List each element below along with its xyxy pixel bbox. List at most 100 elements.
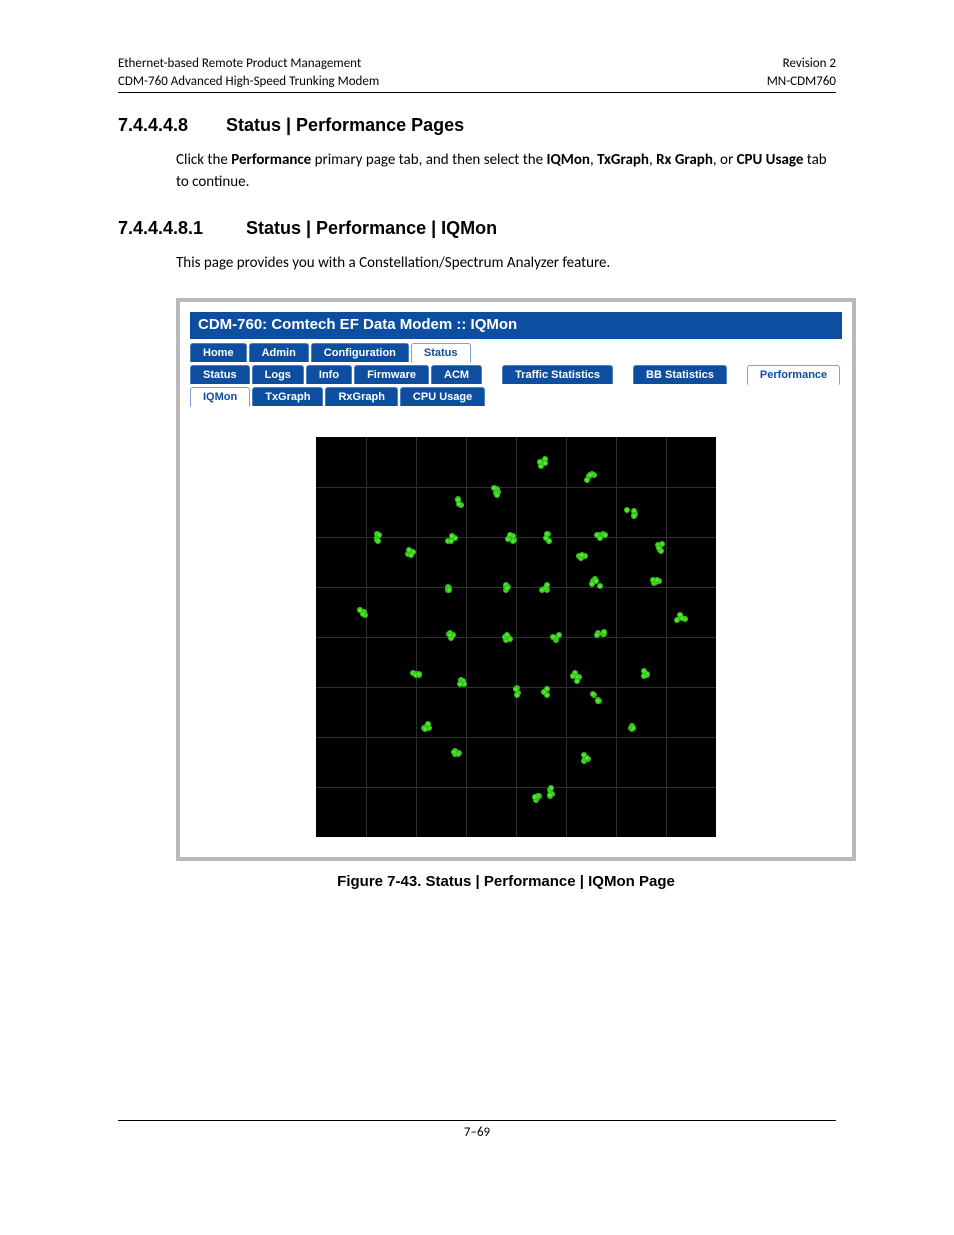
constellation-point — [590, 691, 596, 697]
tab-traffic-statistics[interactable]: Traffic Statistics — [502, 365, 613, 384]
tab-status[interactable]: Status — [190, 365, 250, 384]
constellation-point — [423, 724, 429, 730]
tab-logs[interactable]: Logs — [252, 365, 304, 384]
constellation-point — [452, 751, 458, 757]
constellation-point — [445, 538, 451, 544]
header-left-line1: Ethernet-based Remote Product Management — [118, 55, 379, 73]
section-number-1: 7.4.4.4.8 — [118, 115, 226, 136]
constellation-point — [547, 792, 553, 798]
constellation-point — [596, 698, 602, 704]
constellation-point — [456, 501, 462, 507]
constellation-point — [674, 617, 680, 623]
constellation-point — [572, 670, 578, 676]
gridline-horizontal — [316, 737, 716, 738]
constellation-point — [679, 615, 685, 621]
constellation-point — [631, 513, 637, 519]
constellation-point — [357, 607, 363, 613]
constellation-point — [644, 671, 650, 677]
tab-rxgraph[interactable]: RxGraph — [325, 387, 397, 406]
constellation-point — [542, 456, 548, 462]
constellation-point — [536, 793, 542, 799]
constellation-point — [426, 725, 432, 731]
constellation-point — [628, 725, 634, 731]
tab-bb-statistics[interactable]: BB Statistics — [633, 365, 727, 384]
tab-iqmon[interactable]: IQMon — [190, 387, 250, 407]
constellation-point — [587, 472, 593, 478]
constellation-point — [458, 502, 464, 508]
constellation-point — [656, 545, 662, 551]
constellation-point — [630, 725, 636, 731]
constellation-point — [421, 725, 427, 731]
constellation-point — [533, 797, 539, 803]
constellation-point — [532, 794, 538, 800]
constellation-point — [641, 673, 647, 679]
constellation-point — [514, 685, 520, 691]
constellation-point — [658, 548, 664, 554]
tab-performance[interactable]: Performance — [747, 365, 840, 385]
tab-admin[interactable]: Admin — [249, 343, 309, 362]
constellation-point — [422, 726, 428, 732]
tab-cpu-usage[interactable]: CPU Usage — [400, 387, 485, 406]
constellation-point — [584, 755, 590, 761]
tab-firmware[interactable]: Firmware — [354, 365, 429, 384]
constellation-point — [510, 538, 516, 544]
constellation-point — [590, 578, 596, 584]
constellation-point — [547, 793, 553, 799]
constellation-point — [425, 721, 431, 727]
tab-home[interactable]: Home — [190, 343, 247, 362]
constellation-point — [589, 581, 595, 587]
gridline-vertical — [616, 437, 617, 837]
constellation-point — [576, 674, 582, 680]
constellation-point — [538, 463, 544, 469]
constellation-point — [631, 508, 637, 514]
gridline-vertical — [666, 437, 667, 837]
gridline-horizontal — [316, 787, 716, 788]
constellation-point — [455, 496, 461, 502]
constellation-point — [654, 577, 660, 583]
plot-area — [190, 409, 842, 837]
constellation-point — [655, 542, 661, 548]
constellation-point — [458, 502, 464, 508]
constellation-point — [537, 459, 543, 465]
header-right-line1: Revision 2 — [767, 55, 836, 73]
constellation-point — [574, 674, 580, 680]
constellation-point — [541, 689, 547, 695]
constellation-point — [452, 748, 458, 754]
constellation-point — [659, 541, 665, 547]
constellation-point — [591, 472, 597, 478]
constellation-point — [591, 692, 597, 698]
constellation-point — [581, 752, 587, 758]
tab-info[interactable]: Info — [306, 365, 352, 384]
constellation-point — [458, 677, 464, 683]
constellation-point — [548, 785, 554, 791]
section-heading-1: 7.4.4.4.8Status | Performance Pages — [118, 115, 836, 136]
constellation-point — [581, 758, 587, 764]
tab-configuration[interactable]: Configuration — [311, 343, 409, 362]
section-number-2: 7.4.4.4.8.1 — [118, 218, 246, 239]
page-number: 7–69 — [118, 1125, 836, 1140]
constellation-point — [546, 538, 552, 544]
constellation-point — [458, 680, 464, 686]
gridline-horizontal — [316, 687, 716, 688]
constellation-point — [582, 756, 588, 762]
constellation-point — [630, 725, 636, 731]
constellation-point — [535, 793, 541, 799]
figure-caption: Figure 7-43. Status | Performance | IQMo… — [176, 873, 836, 890]
tab-acm[interactable]: ACM — [431, 365, 482, 384]
constellation-point — [677, 612, 683, 618]
constellation-point — [408, 552, 414, 558]
constellation-point — [643, 671, 649, 677]
constellation-point — [677, 612, 683, 618]
constellation-point — [456, 750, 462, 756]
constellation-point — [542, 460, 548, 466]
tab-txgraph[interactable]: TxGraph — [252, 387, 323, 406]
header-rule — [118, 92, 836, 93]
constellation-point — [585, 756, 591, 762]
constellation-point — [644, 672, 650, 678]
tab-status[interactable]: Status — [411, 343, 471, 363]
constellation-point — [549, 791, 555, 797]
constellation-point — [447, 630, 453, 636]
constellation-point — [578, 555, 584, 561]
constellation-point — [537, 459, 543, 465]
constellation-point — [641, 668, 647, 674]
